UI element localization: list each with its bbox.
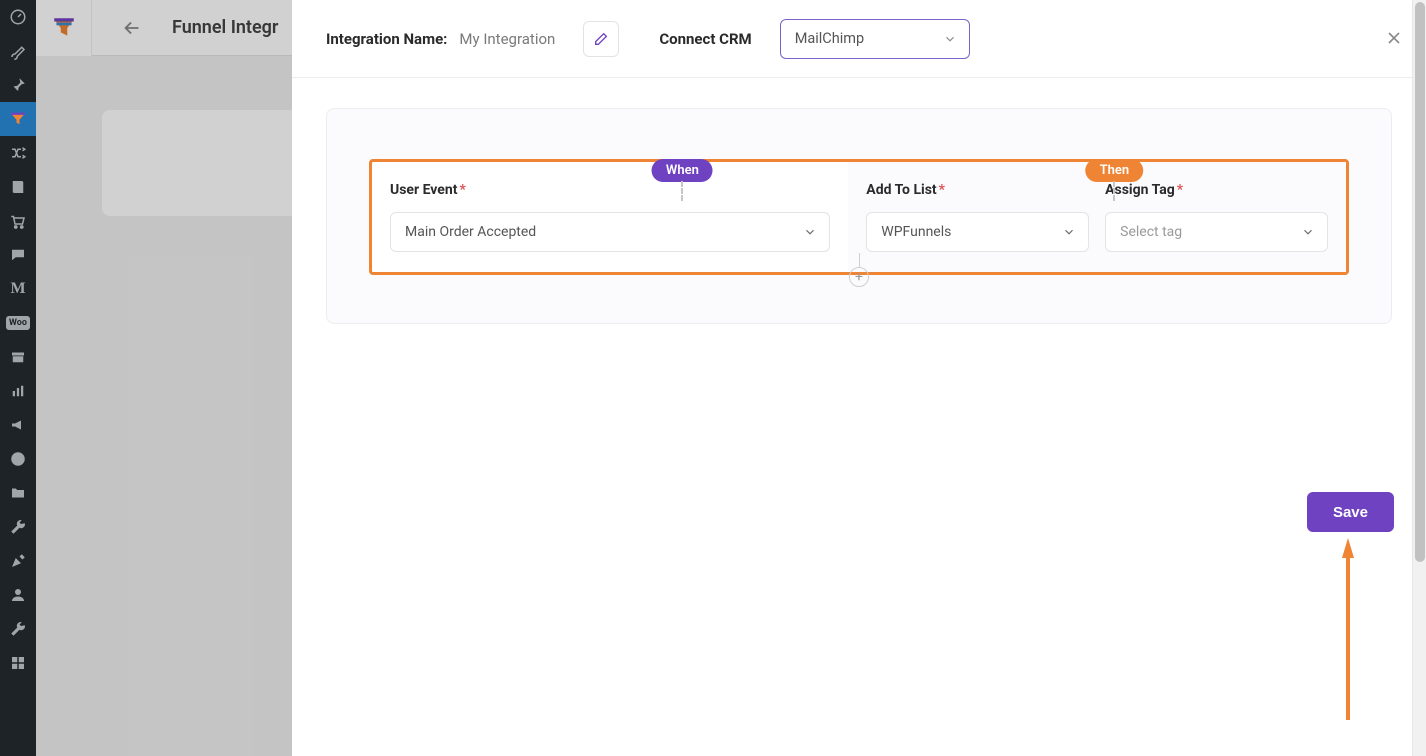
- close-icon: [1384, 28, 1404, 48]
- user-icon: [9, 586, 27, 604]
- user-event-select[interactable]: Main Order Accepted: [390, 212, 830, 252]
- save-button[interactable]: Save: [1307, 492, 1394, 532]
- funnel-icon: [9, 110, 27, 128]
- sidebar-bars[interactable]: [0, 374, 36, 408]
- m-icon: M: [10, 280, 25, 298]
- brush-icon: [9, 42, 27, 60]
- sidebar-dashboard[interactable]: [0, 0, 36, 34]
- woo-icon: Woo: [6, 316, 30, 330]
- panel-header: Integration Name: My Integration Connect…: [292, 0, 1426, 78]
- scrollbar-thumb[interactable]: [1415, 2, 1425, 562]
- chevron-down-icon: [1301, 225, 1315, 239]
- add-stub-line: [859, 253, 860, 267]
- gauge-icon: [9, 8, 27, 26]
- wp-admin-sidebar: M Woo: [0, 0, 36, 756]
- required-marker: *: [1177, 182, 1183, 198]
- widgets-icon: [9, 654, 27, 672]
- sidebar-shuffle[interactable]: [0, 136, 36, 170]
- then-pill: Then: [1086, 159, 1144, 182]
- sidebar-user[interactable]: [0, 578, 36, 612]
- assign-tag-field: Assign Tag* Select tag: [1105, 182, 1328, 252]
- add-rule-button[interactable]: +: [849, 253, 869, 287]
- when-column: User Event* Main Order Accepted: [372, 162, 848, 272]
- plus-icon: +: [849, 267, 869, 287]
- sidebar-book[interactable]: [0, 170, 36, 204]
- bars-icon: [9, 382, 27, 400]
- cart-icon: [9, 212, 27, 230]
- then-stem: [1113, 181, 1115, 201]
- vertical-scrollbar[interactable]: [1412, 0, 1426, 756]
- sidebar-folder[interactable]: [0, 476, 36, 510]
- assign-tag-label: Assign Tag*: [1105, 182, 1328, 198]
- required-marker: *: [939, 182, 945, 198]
- megaphone-icon: [9, 416, 27, 434]
- sidebar-nib[interactable]: [0, 544, 36, 578]
- chevron-down-icon: [803, 225, 817, 239]
- rule-card: When Then User Event* Main Order Accepte…: [326, 108, 1392, 324]
- user-event-value: Main Order Accepted: [405, 224, 536, 240]
- user-event-label: User Event*: [390, 182, 830, 198]
- close-button[interactable]: [1384, 28, 1404, 48]
- when-pill: When: [652, 159, 713, 182]
- integration-name-value: My Integration: [459, 30, 555, 48]
- tools-icon: [9, 620, 27, 638]
- user-event-field: User Event* Main Order Accepted: [390, 182, 830, 252]
- sidebar-chat[interactable]: [0, 238, 36, 272]
- sidebar-elementor[interactable]: [0, 442, 36, 476]
- sidebar-appearance[interactable]: [0, 34, 36, 68]
- elementor-icon: [9, 450, 27, 468]
- archive-icon: [9, 348, 27, 366]
- sidebar-funnels[interactable]: [0, 102, 36, 136]
- chevron-down-icon: [943, 32, 957, 46]
- integration-panel: Integration Name: My Integration Connect…: [292, 0, 1426, 756]
- sidebar-m[interactable]: M: [0, 272, 36, 306]
- integration-name-label: Integration Name:: [326, 30, 447, 48]
- add-to-list-select[interactable]: WPFunnels: [866, 212, 1089, 252]
- shuffle-icon: [9, 144, 27, 162]
- sidebar-tools[interactable]: [0, 612, 36, 646]
- add-to-list-value: WPFunnels: [881, 224, 951, 240]
- sidebar-widgets[interactable]: [0, 646, 36, 680]
- annotation-arrow: [1342, 538, 1354, 720]
- book-icon: [9, 178, 27, 196]
- panel-body: When Then User Event* Main Order Accepte…: [292, 78, 1426, 756]
- chat-icon: [9, 246, 27, 264]
- sidebar-archive[interactable]: [0, 340, 36, 374]
- wrench-icon: [9, 518, 27, 536]
- edit-name-button[interactable]: [583, 21, 619, 57]
- pencil-icon: [593, 31, 609, 47]
- assign-tag-placeholder: Select tag: [1120, 224, 1182, 240]
- nib-icon: [9, 552, 27, 570]
- add-to-list-label: Add To List*: [866, 182, 1089, 198]
- folder-icon: [9, 484, 27, 502]
- assign-tag-select[interactable]: Select tag: [1105, 212, 1328, 252]
- crm-selected-value: MailChimp: [795, 30, 864, 47]
- crm-select[interactable]: MailChimp: [780, 19, 970, 59]
- sidebar-pin[interactable]: [0, 68, 36, 102]
- connect-crm-label: Connect CRM: [659, 30, 751, 48]
- sidebar-woo[interactable]: Woo: [0, 306, 36, 340]
- required-marker: *: [459, 182, 465, 198]
- sidebar-megaphone[interactable]: [0, 408, 36, 442]
- when-stem: [681, 181, 683, 201]
- sidebar-wrench[interactable]: [0, 510, 36, 544]
- add-to-list-field: Add To List* WPFunnels: [866, 182, 1089, 252]
- sidebar-gift[interactable]: [0, 204, 36, 238]
- chevron-down-icon: [1062, 225, 1076, 239]
- pin-icon: [9, 76, 27, 94]
